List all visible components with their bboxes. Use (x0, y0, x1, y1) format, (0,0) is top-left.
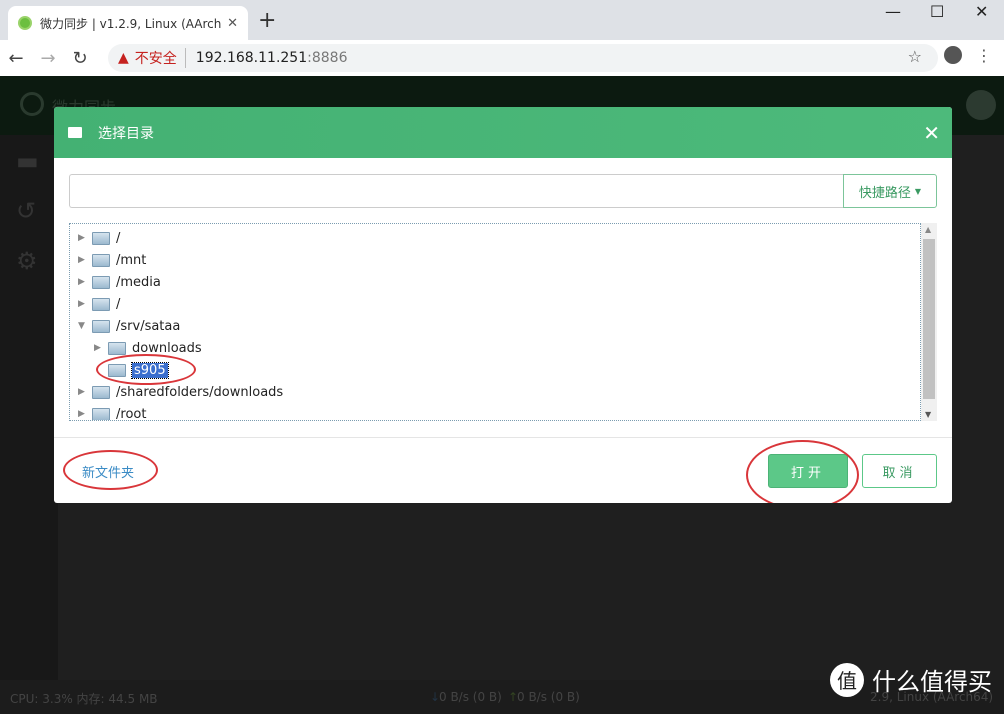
path-row: 快捷路径 ▼ (69, 174, 937, 208)
collapsed-arrow-icon[interactable]: ▶ (78, 255, 88, 265)
folder-icon (92, 319, 110, 333)
address-bar: ← → ↻ ▲ 不安全 192.168.11.251:8886 ☆ ⋮ (0, 40, 1004, 76)
tree-node[interactable]: ▶ /root (78, 404, 147, 421)
folder-icon (92, 231, 110, 245)
watermark-logo: 值 什么值得买 (830, 662, 992, 697)
new-tab-icon[interactable]: + (258, 8, 276, 33)
scroll-thumb[interactable] (923, 239, 935, 399)
download-rate: 0 B/s (0 B) (439, 690, 502, 704)
folder-icon (92, 297, 110, 311)
expanded-arrow-icon[interactable]: ▼ (78, 321, 88, 331)
url-port: :8886 (307, 50, 348, 66)
tree-node-label: / (116, 230, 121, 246)
bookmark-star-icon[interactable]: ☆ (908, 47, 922, 66)
collapsed-arrow-icon[interactable]: ▶ (78, 277, 88, 287)
cancel-button[interactable]: 取消 (862, 454, 937, 488)
tree-node[interactable]: ▶ /media (78, 272, 161, 292)
maximize-icon[interactable]: ☐ (930, 2, 944, 21)
url-field[interactable]: ▲ 不安全 192.168.11.251:8886 (108, 44, 938, 72)
user-avatar-icon[interactable] (966, 90, 996, 120)
cpu-memory-status: CPU: 3.3% 内存: 44.5 MB (10, 692, 158, 706)
tree-node-label: /media (116, 274, 161, 290)
insecure-label: 不安全 (135, 48, 186, 68)
collapsed-arrow-icon[interactable]: ▶ (78, 387, 88, 397)
tree-node-label: /sharedfolders/downloads (116, 384, 284, 400)
tree-node[interactable]: ▼ /srv/sataa (78, 316, 180, 336)
close-dialog-icon[interactable]: ✕ (923, 121, 940, 145)
folder-icon (108, 341, 126, 355)
folder-nav-icon[interactable]: ▬ (16, 147, 42, 175)
tree-node[interactable]: ▶ /mnt (78, 250, 146, 270)
tree-node-label: /root (116, 406, 147, 421)
forward-icon[interactable]: → (32, 48, 64, 69)
close-window-icon[interactable]: ✕ (975, 2, 988, 21)
annotation-circle-s905 (96, 354, 196, 385)
browser-tab[interactable]: 微力同步 | v1.2.9, Linux (AArch64) ✕ (8, 6, 248, 40)
collapsed-arrow-icon[interactable]: ▶ (78, 409, 88, 419)
app-favicon-icon (18, 16, 32, 30)
dialog-title: 选择目录 (98, 125, 154, 142)
quick-path-label: 快捷路径 (858, 185, 911, 201)
folder-icon (92, 385, 110, 399)
scroll-down-icon[interactable]: ▼ (925, 410, 931, 419)
path-input[interactable] (69, 174, 843, 208)
sidebar: ▬ ↺ ⚙ (0, 135, 58, 680)
directory-tree: ▶ / ▶/mnt ▶/media ▶ / ▼/srv/sataa ▶ downloads s90… (69, 223, 921, 421)
tree-scrollbar[interactable]: ▲ ▼ (921, 223, 937, 421)
collapsed-arrow-icon[interactable]: ▶ (94, 343, 104, 353)
folder-icon (92, 275, 110, 289)
dialog-header: 选择目录 ✕ (54, 107, 952, 158)
tree-node[interactable]: ▶ / (78, 294, 120, 314)
settings-gear-icon[interactable]: ⚙ (16, 247, 42, 275)
scroll-up-icon[interactable]: ▲ (925, 225, 931, 234)
account-icon[interactable] (944, 46, 962, 64)
watermark-logo-icon: 值 (830, 662, 864, 697)
url-host: 192.168.11.251 (195, 50, 308, 66)
folder-icon (68, 127, 82, 138)
collapsed-arrow-icon[interactable]: ▶ (78, 299, 88, 309)
annotation-circle-new-folder (63, 450, 158, 490)
tree-node-label: /mnt (116, 252, 147, 268)
app-logo-icon (20, 92, 44, 116)
history-icon[interactable]: ↺ (16, 197, 42, 225)
tree-node-label: /srv/sataa (116, 318, 181, 334)
select-directory-dialog: 选择目录 ✕ 快捷路径 ▼ ▶ / ▶/mnt ▶/media ▶ / ▼/srv/sataa… (54, 107, 952, 503)
browser-tabbar: 微力同步 | v1.2.9, Linux (AArch64) ✕ + — ☐ ✕ (0, 0, 1004, 40)
reload-icon[interactable]: ↻ (64, 48, 96, 69)
minimize-icon[interactable]: — (885, 2, 901, 21)
warning-icon: ▲ (118, 50, 129, 66)
back-icon[interactable]: ← (0, 48, 32, 69)
upload-rate: 0 B/s (0 B) (517, 690, 580, 704)
folder-icon (92, 253, 110, 267)
dialog-divider (54, 437, 952, 438)
quick-path-dropdown[interactable]: 快捷路径 ▼ (843, 174, 937, 208)
browser-menu-icon[interactable]: ⋮ (976, 46, 992, 65)
folder-icon (92, 407, 110, 420)
tree-node[interactable]: ▶ /sharedfolders/downloads (78, 382, 283, 402)
collapsed-arrow-icon[interactable]: ▶ (78, 233, 88, 243)
annotation-circle-open (746, 440, 859, 503)
tree-node[interactable]: ▶ / (78, 228, 120, 248)
caret-down-icon: ▼ (914, 186, 922, 196)
tab-title: 微力同步 | v1.2.9, Linux (AArch64) (40, 16, 222, 31)
watermark-text: 什么值得买 (872, 668, 992, 696)
tree-node-label: / (116, 296, 121, 312)
close-tab-icon[interactable]: ✕ (227, 16, 238, 31)
